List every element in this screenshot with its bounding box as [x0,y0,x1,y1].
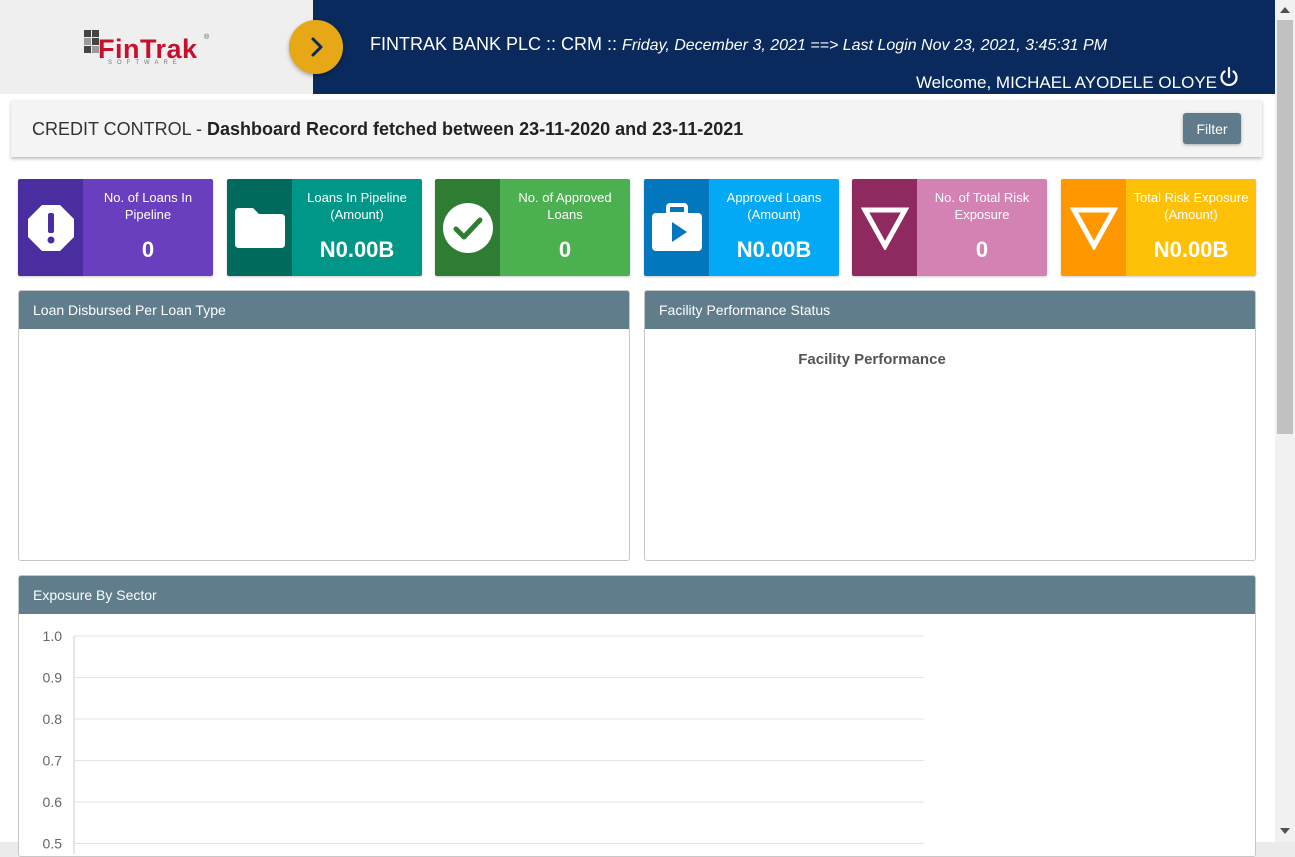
stat-body: Loans In Pipeline (Amount) N0.00B [292,179,422,276]
stat-icon-area [435,179,500,276]
welcome-user: Welcome, MICHAEL AYODELE OLOYE [915,73,1217,92]
stat-label: No. of Approved Loans [518,190,612,222]
main-content: CREDIT CONTROL - Dashboard Record fetche… [0,94,1275,857]
y-tick-label: 0.6 [43,794,63,810]
date-last-login: Friday, December 3, 2021 ==> Last Login … [622,37,1107,54]
scroll-up-arrow-icon[interactable] [1280,7,1290,13]
chevron-right-icon [311,37,323,57]
stat-label: Total Risk Exposure (Amount) [1133,190,1249,222]
record-range: Dashboard Record fetched between 23-11-2… [207,119,744,139]
exposure-chart: 1.0 0.9 0.8 0.7 0.6 0.5 [43,628,924,854]
stat-value: 0 [141,237,155,262]
scroll-thumb[interactable] [1277,20,1293,434]
facility-status-panel: Facility Performance Status Facility Per… [644,290,1256,561]
stat-icon-area [18,179,83,276]
module-name: CREDIT CONTROL [32,119,192,139]
panel-header: Facility Performance Status [645,291,1255,329]
stat-card-pipeline-amount[interactable]: Loans In Pipeline (Amount) N0.00B [227,179,422,276]
stat-icon-area [1061,179,1126,276]
stat-icon-area [644,179,709,276]
stat-icon-area [852,179,917,276]
stat-value: 0 [558,237,572,262]
stat-body: No. of Total Risk Exposure 0 [917,179,1047,276]
logo-registered: ® [204,34,210,41]
triangle-down-icon [860,207,909,250]
logo-area: FinTrak ® SOFTWARE [0,0,313,94]
stat-card-approved-loans[interactable]: No. of Approved Loans 0 [435,179,630,276]
stat-body: No. of Approved Loans 0 [500,179,630,276]
y-tick-label: 0.7 [43,753,63,769]
briefcase-play-icon [651,202,702,251]
panel-header: Loan Disbursed Per Loan Type [19,291,629,329]
y-tick-label: 0.5 [43,836,63,852]
loan-disbursed-panel: Loan Disbursed Per Loan Type [18,290,630,561]
stat-label: Approved Loans (Amount) [726,190,822,222]
stat-value: N0.00B [736,237,812,262]
filter-button[interactable]: Filter [1183,113,1241,144]
fintrak-logo: FinTrak ® SOFTWARE [84,28,214,70]
title-separator: - [191,119,208,139]
check-circle-icon [442,202,493,253]
y-tick-label: 1.0 [43,628,63,644]
stat-label: No. of Loans In Pipeline [103,190,193,222]
folder-icon [234,207,285,248]
facility-chart-title: Facility Performance [798,351,946,368]
power-icon[interactable] [1218,66,1240,88]
stat-card-risk-amount[interactable]: Total Risk Exposure (Amount) N0.00B [1061,179,1256,276]
top-header: FinTrak ® SOFTWARE FINTRAK BANK PLC :: C… [0,0,1275,94]
alert-octagon-icon [27,204,74,251]
stat-card-risk-exposure[interactable]: No. of Total Risk Exposure 0 [852,179,1047,276]
triangle-down-icon [1069,207,1118,250]
stat-label: Loans In Pipeline (Amount) [307,190,407,222]
stat-label: No. of Total Risk Exposure [934,190,1030,222]
bank-crm-title: FINTRAK BANK PLC :: CRM :: [370,34,623,54]
stat-value: N0.00B [1153,237,1229,262]
page-scrollbar[interactable] [1275,0,1295,842]
stat-icon-area [227,179,292,276]
page-title: CREDIT CONTROL - Dashboard Record fetche… [32,119,743,140]
y-tick-label: 0.8 [43,711,63,727]
header-info: FINTRAK BANK PLC :: CRM :: Friday, Decem… [370,34,1107,55]
panel-header: Exposure By Sector [19,576,1255,614]
stat-value: N0.00B [319,237,395,262]
sidebar-toggle-button[interactable] [289,20,343,74]
stat-value: 0 [975,237,989,262]
stat-body: Total Risk Exposure (Amount) N0.00B [1126,179,1256,276]
y-tick-label: 0.9 [43,670,63,686]
logo-subtext: SOFTWARE [108,60,182,66]
stat-body: Approved Loans (Amount) N0.00B [709,179,839,276]
page-title-card: CREDIT CONTROL - Dashboard Record fetche… [11,100,1262,157]
exposure-by-sector-panel: Exposure By Sector 1.0 0.9 0.8 0.7 0.6 0.5 [18,575,1256,857]
stat-card-approved-amount[interactable]: Approved Loans (Amount) N0.00B [644,179,839,276]
stat-body: No. of Loans In Pipeline 0 [83,179,213,276]
scroll-down-arrow-icon[interactable] [1280,828,1290,834]
stat-card-loans-pipeline[interactable]: No. of Loans In Pipeline 0 [18,179,213,276]
